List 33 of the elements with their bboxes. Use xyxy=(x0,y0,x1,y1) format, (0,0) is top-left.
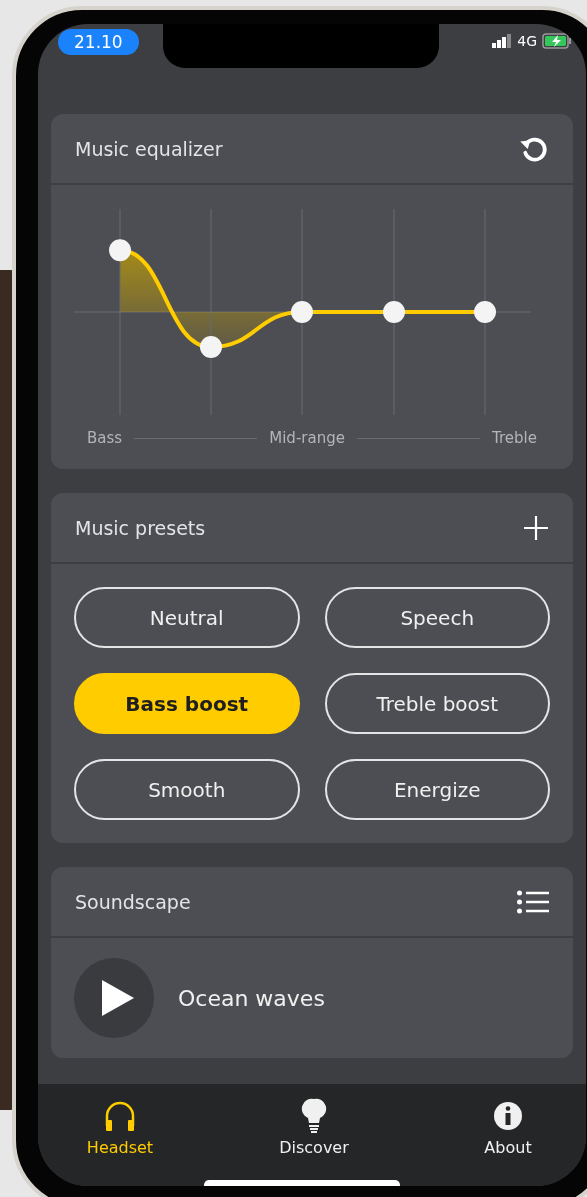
nav-tab[interactable]: Discover xyxy=(264,1098,364,1162)
axis-label: Bass xyxy=(87,429,123,447)
band-slider[interactable] xyxy=(291,208,313,416)
list-icon[interactable] xyxy=(517,889,549,914)
add-icon[interactable] xyxy=(523,514,549,541)
preset-button[interactable]: Treble boost xyxy=(324,673,550,734)
axis-label: Treble xyxy=(492,429,537,447)
band-slider[interactable] xyxy=(383,208,405,416)
slider-handle[interactable] xyxy=(109,239,131,262)
slider-handle[interactable] xyxy=(383,301,405,323)
card-title: Soundscape xyxy=(75,890,191,913)
battery-charging-icon xyxy=(542,33,572,49)
network-type: 4G xyxy=(517,33,537,49)
axis-label: Mid-range xyxy=(269,429,345,447)
preset-button[interactable]: Smooth xyxy=(74,759,300,820)
status-time: 21.10 xyxy=(58,29,139,55)
slider-handle[interactable] xyxy=(200,336,222,358)
card-title: Music equalizer xyxy=(75,137,223,160)
slider-handle[interactable] xyxy=(474,301,496,323)
preset-button[interactable]: Energize xyxy=(324,759,550,820)
slider-handle[interactable] xyxy=(291,301,313,323)
band-slider[interactable] xyxy=(200,208,222,416)
nav-tab[interactable]: About xyxy=(458,1098,558,1162)
card-title: Music presets xyxy=(75,516,206,539)
preset-button[interactable]: Neutral xyxy=(74,587,300,648)
band-slider[interactable] xyxy=(109,208,131,416)
play-icon xyxy=(102,980,134,1016)
preset-button[interactable]: Bass boost xyxy=(74,673,300,734)
nav-tab[interactable]: Headset xyxy=(70,1098,170,1162)
signal-icon xyxy=(492,34,513,48)
preset-button[interactable]: Speech xyxy=(324,587,550,648)
track-name: Ocean waves xyxy=(178,985,325,1011)
band-slider[interactable] xyxy=(474,208,496,416)
